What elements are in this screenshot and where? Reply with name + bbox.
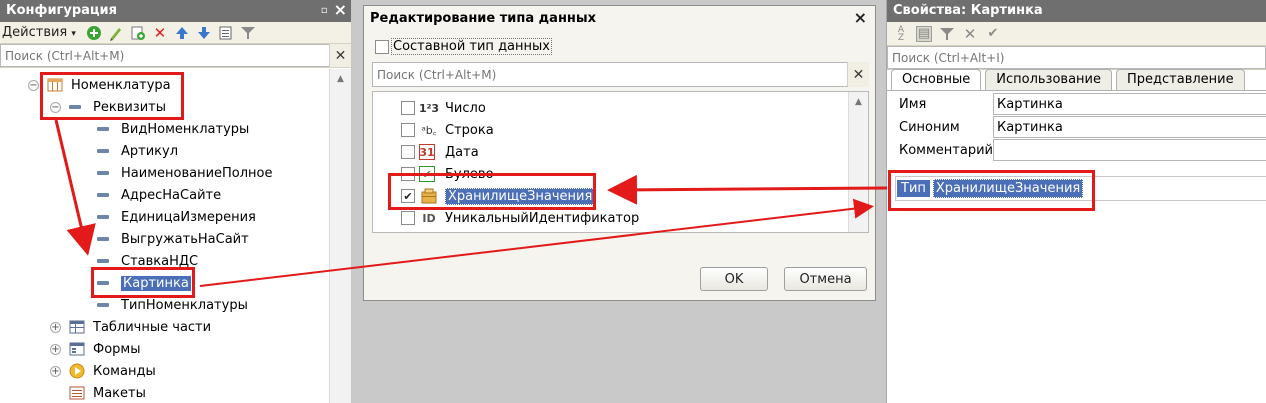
calendar-icon: 31 bbox=[419, 144, 435, 160]
tree-attribute[interactable]: АдресНаСайте bbox=[97, 185, 221, 205]
highlight-attributes-group bbox=[40, 72, 184, 120]
tree-node-commands[interactable]: + Команды bbox=[50, 361, 156, 381]
expand-icon[interactable]: + bbox=[50, 321, 61, 333]
dialog-close-icon[interactable]: × bbox=[854, 10, 867, 26]
string-icon: ᵃb꜀ bbox=[421, 123, 437, 137]
tree-attribute[interactable]: Артикул bbox=[97, 141, 178, 161]
filter-icon[interactable] bbox=[240, 25, 256, 41]
number-icon: 1²3 bbox=[418, 101, 440, 115]
collapse-icon[interactable]: − bbox=[28, 79, 39, 91]
delete-icon[interactable]: ✕ bbox=[152, 24, 168, 42]
type-checkbox[interactable] bbox=[401, 211, 415, 225]
configuration-titlebar: Конфигурация ▫ × bbox=[0, 0, 351, 22]
dialog-search-input[interactable] bbox=[372, 62, 869, 87]
highlight-type-property bbox=[888, 170, 1095, 211]
compound-type-label: Составной тип данных bbox=[391, 38, 552, 55]
tree-attribute[interactable]: ВидНоменклатуры bbox=[97, 119, 249, 139]
property-comment-field[interactable] bbox=[993, 139, 1266, 161]
property-name-label: Имя bbox=[899, 96, 927, 112]
compound-type-checkbox[interactable] bbox=[375, 39, 389, 54]
actions-menu[interactable]: Действия ▾ bbox=[2, 25, 80, 40]
type-checkbox[interactable] bbox=[401, 123, 415, 137]
tab-usage[interactable]: Использование bbox=[985, 69, 1113, 91]
scroll-up-icon[interactable]: ▲ bbox=[849, 92, 868, 112]
type-checkbox[interactable] bbox=[401, 101, 415, 115]
form-icon bbox=[69, 341, 85, 357]
move-up-icon[interactable] bbox=[174, 25, 190, 41]
move-down-icon[interactable] bbox=[196, 25, 212, 41]
attribute-icon bbox=[97, 149, 109, 153]
type-item-string[interactable]: ᵃb꜀ Строка bbox=[401, 120, 494, 140]
tree-node-templates[interactable]: Макеты bbox=[69, 383, 146, 403]
properties-search-input[interactable] bbox=[887, 46, 1266, 69]
clear-search-icon[interactable]: ✕ bbox=[847, 62, 869, 87]
property-synonym-field[interactable]: Картинка bbox=[993, 116, 1266, 138]
command-icon bbox=[69, 363, 85, 379]
attribute-icon bbox=[97, 127, 109, 131]
tab-main[interactable]: Основные bbox=[891, 69, 982, 91]
pin-icon[interactable]: ▫ bbox=[321, 5, 328, 16]
attribute-icon bbox=[97, 215, 109, 219]
apply-icon[interactable]: ✔ bbox=[985, 26, 1001, 42]
add-icon[interactable] bbox=[86, 25, 102, 41]
tab-presentation[interactable]: Представление bbox=[1116, 69, 1245, 91]
edit-type-dialog: Редактирование типа данных × Составной т… bbox=[363, 5, 876, 301]
tree-attribute[interactable]: ВыгружатьНаСайт bbox=[97, 229, 249, 249]
tree-node-forms[interactable]: + Формы bbox=[50, 339, 140, 359]
categories-icon[interactable]: ▤ bbox=[916, 25, 932, 42]
uuid-icon: ID bbox=[422, 211, 436, 225]
property-comment-label: Комментарий bbox=[899, 142, 993, 158]
type-item-uuid[interactable]: ID УникальныйИдентификатор bbox=[401, 208, 639, 228]
template-icon bbox=[69, 385, 85, 401]
configuration-title: Конфигурация bbox=[6, 3, 117, 18]
attribute-icon bbox=[97, 237, 109, 241]
properties-title: Свойства: Картинка bbox=[893, 3, 1043, 18]
configuration-panel: Конфигурация ▫ × Действия ▾ ✕ ✕ − Номенк… bbox=[0, 0, 352, 403]
type-item-date[interactable]: 31 Дата bbox=[401, 142, 479, 162]
highlight-selected-attribute bbox=[91, 267, 195, 298]
configuration-search: ✕ bbox=[0, 44, 351, 68]
dialog-search: ✕ bbox=[372, 62, 869, 87]
highlight-value-storage bbox=[388, 173, 596, 210]
tree-node-tabular-parts[interactable]: + Табличные части bbox=[50, 317, 211, 337]
dialog-title: Редактирование типа данных bbox=[370, 11, 597, 26]
attribute-icon bbox=[97, 259, 109, 263]
property-name-field[interactable]: Картинка bbox=[993, 93, 1266, 115]
clear-search-icon[interactable]: ✕ bbox=[329, 44, 351, 67]
attribute-icon bbox=[97, 193, 109, 197]
scroll-up-icon[interactable]: ▲ bbox=[330, 69, 351, 89]
type-checkbox[interactable] bbox=[401, 145, 415, 159]
properties-tabs: Основные Использование Представление bbox=[891, 69, 1245, 91]
type-item-number[interactable]: 1²3 Число bbox=[401, 98, 486, 118]
cancel-icon[interactable]: ✕ bbox=[962, 25, 978, 43]
expand-icon[interactable]: + bbox=[50, 365, 61, 377]
table-icon bbox=[69, 319, 85, 335]
cancel-button[interactable]: Отмена bbox=[784, 267, 867, 291]
compound-type-option[interactable]: Составной тип данных bbox=[375, 38, 552, 55]
tabs-divider bbox=[887, 90, 1266, 91]
tree-scrollbar[interactable]: ▲ bbox=[329, 69, 351, 403]
tree-attribute[interactable]: ЕдиницаИзмерения bbox=[97, 207, 256, 227]
dialog-titlebar: Редактирование типа данных × bbox=[364, 6, 875, 32]
expand-icon[interactable]: + bbox=[50, 343, 61, 355]
attribute-icon bbox=[97, 303, 109, 307]
tree-attribute[interactable]: ТипНоменклатуры bbox=[97, 295, 248, 315]
properties-toolbar: AZ ▤ ✕ ✔ bbox=[887, 22, 1266, 46]
configuration-toolbar: Действия ▾ ✕ bbox=[0, 22, 351, 44]
ok-button[interactable]: OK bbox=[700, 267, 768, 291]
close-icon[interactable]: × bbox=[334, 2, 347, 18]
filter-icon[interactable] bbox=[939, 26, 955, 42]
list-icon[interactable] bbox=[218, 25, 234, 41]
edit-icon[interactable] bbox=[108, 25, 124, 41]
tree-attribute[interactable]: НаименованиеПолное bbox=[97, 163, 273, 183]
attribute-icon bbox=[97, 171, 109, 175]
configuration-search-input[interactable] bbox=[0, 44, 351, 67]
copy-icon[interactable] bbox=[130, 25, 146, 41]
properties-search bbox=[887, 46, 1266, 70]
sort-alphabetical-icon[interactable]: AZ bbox=[893, 25, 909, 42]
property-synonym-label: Синоним bbox=[899, 119, 960, 135]
type-list: 1²3 Число ᵃb꜀ Строка 31 Дата ✔ Булево Хр… bbox=[372, 91, 869, 233]
properties-titlebar: Свойства: Картинка bbox=[887, 0, 1266, 22]
type-list-scrollbar[interactable]: ▲ bbox=[848, 92, 868, 232]
